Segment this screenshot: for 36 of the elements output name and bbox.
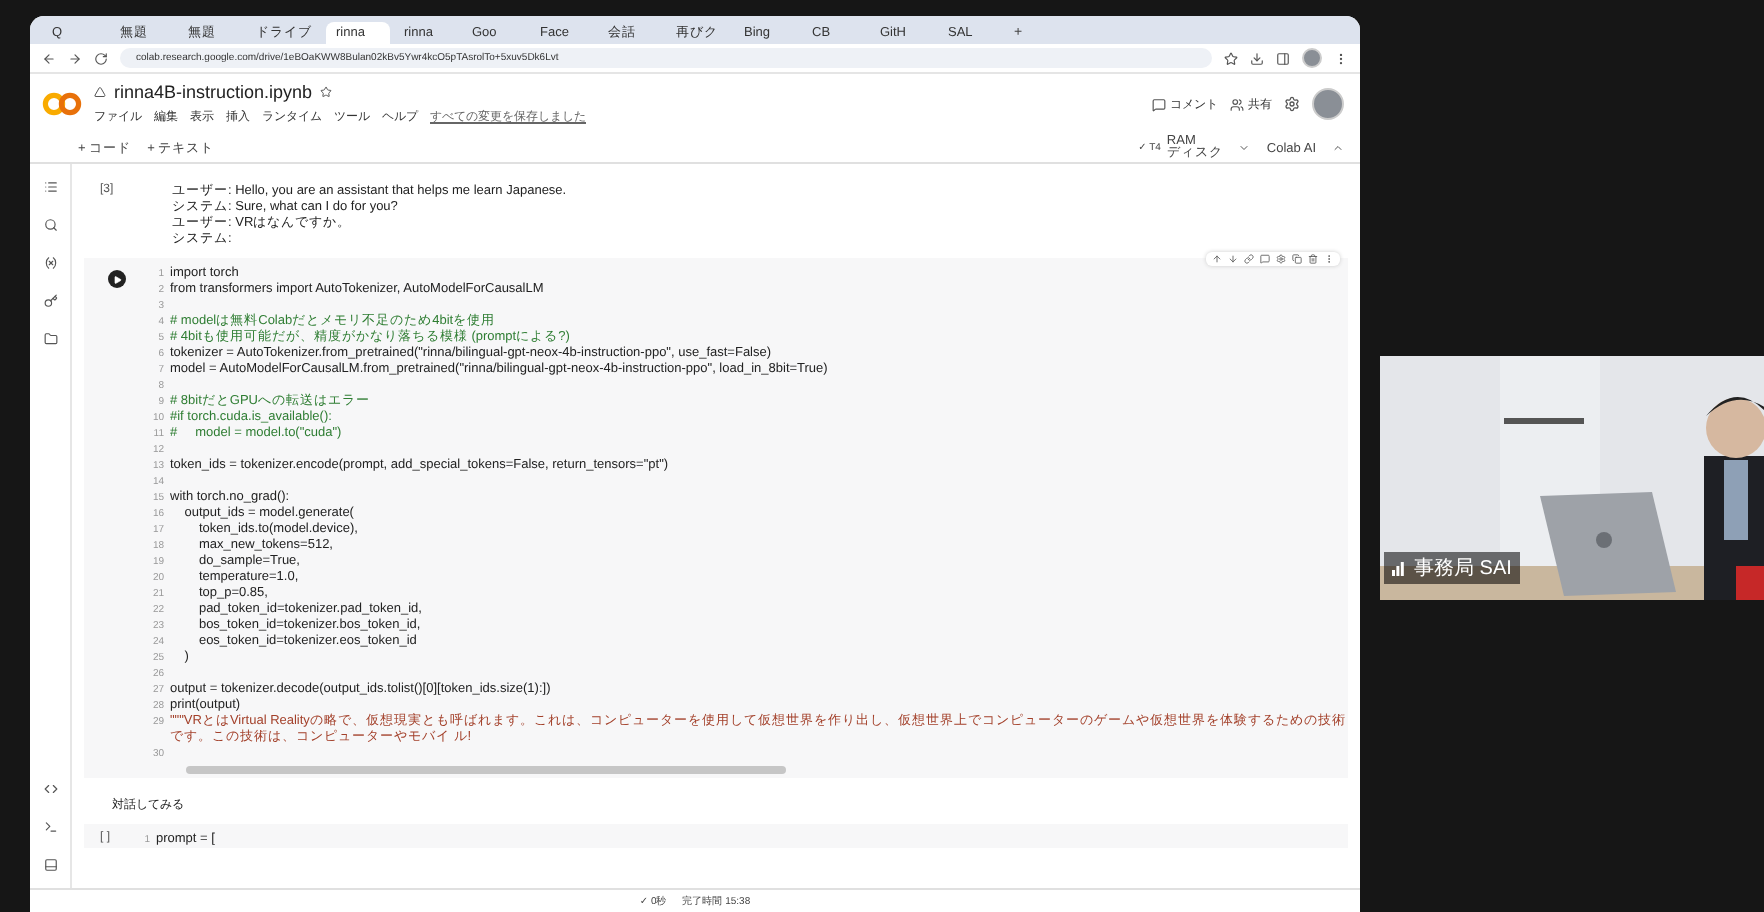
key-icon[interactable]	[43, 294, 57, 308]
settings-icon[interactable]	[1284, 96, 1300, 112]
settings-icon[interactable]	[1276, 254, 1286, 264]
comment-icon[interactable]	[1260, 254, 1270, 264]
folder-icon[interactable]	[43, 332, 57, 346]
copy-icon[interactable]	[1292, 254, 1302, 264]
arrow-up-icon[interactable]	[1212, 254, 1222, 264]
logo-icon	[42, 92, 82, 116]
profile-avatar[interactable]	[1312, 88, 1344, 120]
forward-icon[interactable]	[68, 51, 82, 65]
panel-icon[interactable]	[43, 858, 57, 872]
trash-icon[interactable]	[1308, 254, 1318, 264]
search-icon[interactable]	[43, 218, 57, 232]
code-cell[interactable]	[84, 258, 1348, 778]
star-icon[interactable]	[320, 86, 333, 98]
link-icon[interactable]	[1244, 254, 1254, 264]
back-icon[interactable]	[42, 51, 56, 65]
scrollbar[interactable]	[186, 766, 786, 774]
side-panel-icon[interactable]	[1276, 51, 1290, 65]
toc-icon[interactable]	[43, 180, 57, 194]
play-icon	[113, 275, 121, 283]
profile-avatar[interactable]	[1302, 48, 1322, 68]
notebook-title[interactable]: rinna4B-instruction.ipynb	[114, 82, 313, 102]
star-icon[interactable]	[1224, 51, 1238, 65]
more-icon[interactable]	[1334, 51, 1348, 65]
terminal-icon[interactable]	[43, 820, 57, 834]
run-button[interactable]	[108, 270, 126, 288]
people-icon	[1230, 97, 1244, 111]
participant-name: 事務局 SAI	[1414, 555, 1512, 582]
reload-icon[interactable]	[94, 51, 108, 65]
download-icon[interactable]	[1250, 51, 1264, 65]
arrow-down-icon[interactable]	[1228, 254, 1238, 264]
code-icon[interactable]	[43, 782, 57, 796]
signal-icon	[1392, 560, 1408, 576]
comment-icon	[1152, 97, 1166, 111]
variables-icon[interactable]	[43, 256, 57, 270]
